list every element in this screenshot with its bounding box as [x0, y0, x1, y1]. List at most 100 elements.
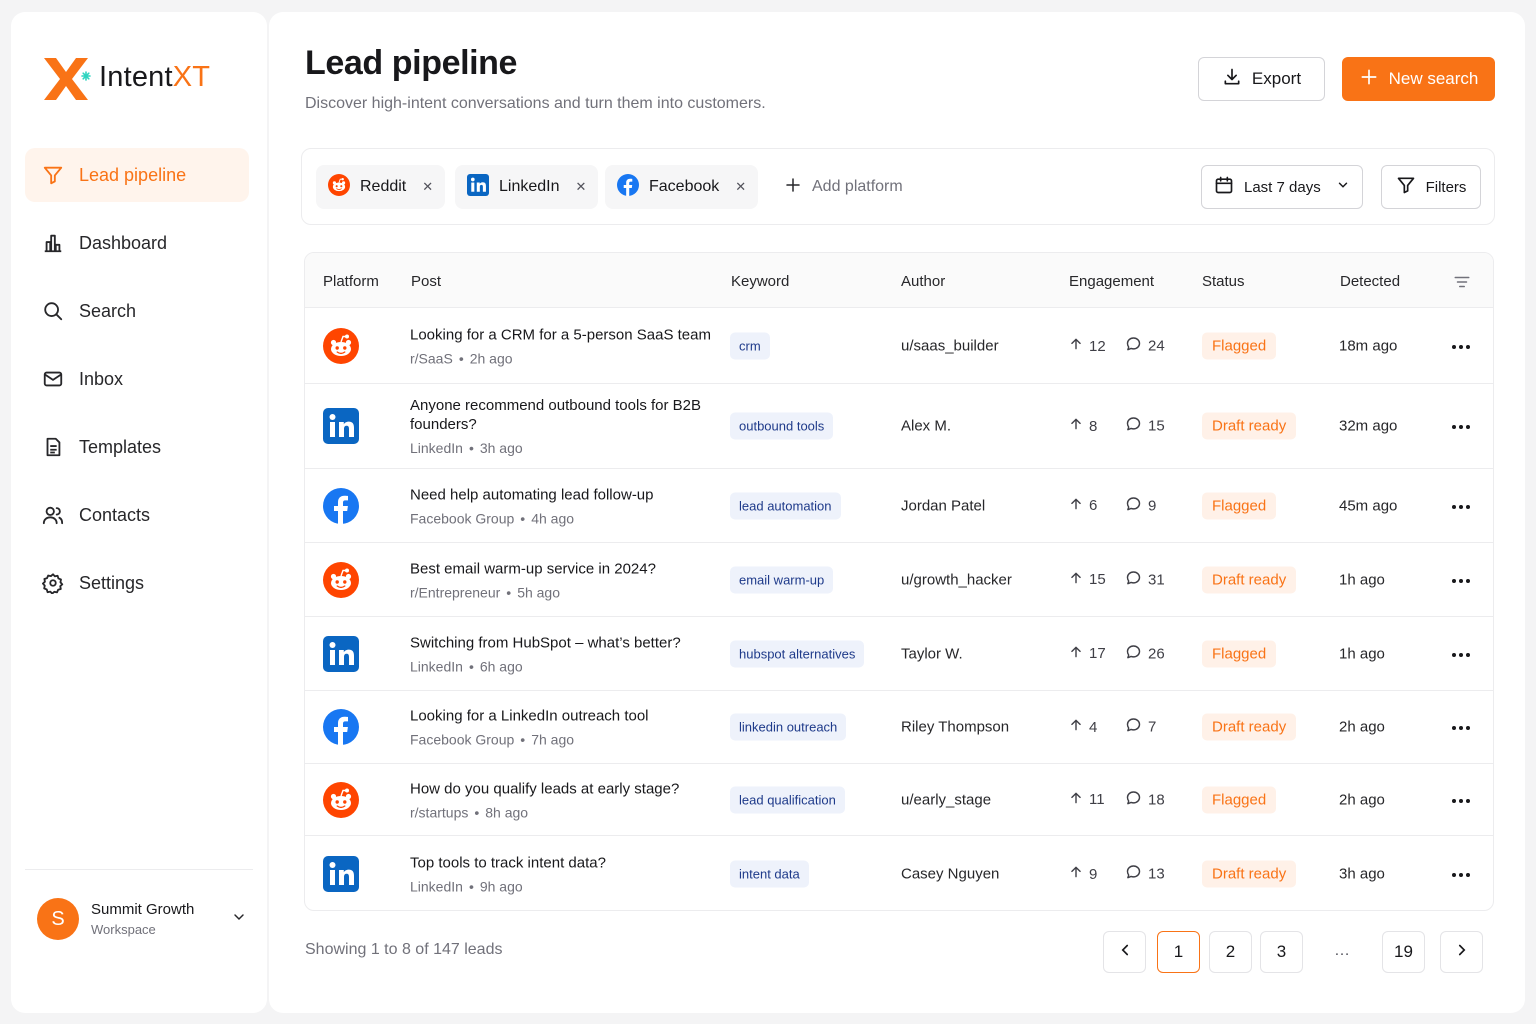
page-button-1[interactable]: 1: [1157, 931, 1200, 973]
post-cell[interactable]: Need help automating lead follow-up Faceb…: [410, 485, 720, 526]
plus-icon: [784, 176, 802, 199]
keyword-tag[interactable]: lead automation: [730, 492, 841, 519]
author-name[interactable]: Casey Nguyen: [901, 866, 999, 883]
page-button-2[interactable]: 2: [1209, 931, 1252, 973]
add-platform-button[interactable]: Add platform: [784, 165, 903, 209]
facebook-icon: [323, 709, 359, 745]
more-options-icon[interactable]: [1451, 865, 1471, 883]
post-cell[interactable]: How do you qualify leads at early stage?…: [410, 779, 720, 820]
post-cell[interactable]: Switching from HubSpot – what’s better? L…: [410, 633, 720, 674]
column-settings-icon[interactable]: [1453, 273, 1471, 295]
more-options-icon[interactable]: [1451, 337, 1471, 355]
post-title[interactable]: Switching from HubSpot – what’s better?: [410, 633, 720, 652]
platform-chip-linkedin[interactable]: LinkedIn ✕: [455, 165, 599, 209]
table-row[interactable]: Switching from HubSpot – what’s better? L…: [305, 617, 1493, 691]
sidebar-item-settings[interactable]: Settings: [25, 556, 249, 610]
detected-time: 32m ago: [1339, 417, 1398, 435]
column-header-keyword[interactable]: Keyword: [731, 273, 789, 290]
post-meta: Facebook Group • 4h ago: [410, 510, 720, 526]
page-button-3[interactable]: 3: [1260, 931, 1303, 973]
post-cell[interactable]: Looking for a LinkedIn outreach tool Face…: [410, 707, 720, 748]
comment-value: 24: [1148, 337, 1165, 355]
more-options-icon[interactable]: [1451, 645, 1471, 663]
status-badge[interactable]: Flagged: [1202, 492, 1277, 519]
platform-chip-reddit[interactable]: Reddit ✕: [316, 165, 446, 209]
post-title[interactable]: Top tools to track intent data?: [410, 854, 720, 873]
app-logo[interactable]: IntentXT: [41, 52, 210, 102]
post-cell[interactable]: Anyone recommend outbound tools for B2B …: [410, 396, 720, 456]
page-button-last[interactable]: 19: [1382, 931, 1425, 973]
author-name[interactable]: Riley Thompson: [901, 719, 1009, 736]
column-header-detected[interactable]: Detected: [1340, 273, 1400, 290]
table-row[interactable]: Best email warm-up service in 2024? r/Ent…: [305, 543, 1493, 617]
author-name[interactable]: u/early_stage: [901, 791, 991, 808]
sidebar-item-search[interactable]: Search: [25, 284, 249, 338]
keyword-tag[interactable]: intent data: [730, 860, 809, 888]
status-badge[interactable]: Draft ready: [1202, 860, 1297, 888]
table-row[interactable]: Anyone recommend outbound tools for B2B …: [305, 384, 1493, 469]
sidebar-item-dashboard[interactable]: Dashboard: [25, 216, 249, 270]
keyword-tag[interactable]: hubspot alternatives: [730, 640, 865, 667]
keyword-tag[interactable]: outbound tools: [730, 412, 834, 440]
status-badge[interactable]: Draft ready: [1202, 566, 1297, 593]
next-page-button[interactable]: [1440, 931, 1483, 973]
column-header-post[interactable]: Post: [411, 273, 441, 290]
sidebar-item-templates[interactable]: Templates: [25, 420, 249, 474]
post-title[interactable]: Need help automating lead follow-up: [410, 485, 720, 504]
table-row[interactable]: Top tools to track intent data? LinkedIn •…: [305, 836, 1493, 910]
prev-page-button[interactable]: [1103, 931, 1146, 973]
author-name[interactable]: Alex M.: [901, 418, 951, 435]
status-badge[interactable]: Draft ready: [1202, 713, 1297, 741]
column-header-author[interactable]: Author: [901, 273, 945, 290]
author-name[interactable]: u/growth_hacker: [901, 571, 1012, 588]
author-name[interactable]: u/saas_builder: [901, 338, 999, 355]
close-icon[interactable]: ✕: [576, 179, 587, 195]
sidebar-item-inbox[interactable]: Inbox: [25, 352, 249, 406]
filters-button[interactable]: Filters: [1381, 165, 1481, 209]
post-cell[interactable]: Looking for a CRM for a 5-person SaaS te…: [410, 326, 720, 367]
status-badge[interactable]: Flagged: [1202, 786, 1277, 813]
column-header-status[interactable]: Status: [1202, 273, 1245, 290]
status-badge[interactable]: Flagged: [1202, 332, 1277, 360]
post-cell[interactable]: Best email warm-up service in 2024? r/Ent…: [410, 559, 720, 600]
post-title[interactable]: Anyone recommend outbound tools for B2B …: [410, 396, 720, 434]
more-options-icon[interactable]: [1451, 497, 1471, 515]
more-options-icon[interactable]: [1451, 718, 1471, 736]
table-row[interactable]: Looking for a LinkedIn outreach tool Face…: [305, 691, 1493, 764]
post-title[interactable]: Looking for a LinkedIn outreach tool: [410, 707, 720, 726]
export-button[interactable]: Export: [1198, 57, 1325, 101]
post-title[interactable]: Best email warm-up service in 2024?: [410, 559, 720, 578]
keyword-tag[interactable]: crm: [730, 332, 770, 360]
author-name[interactable]: Taylor W.: [901, 645, 963, 662]
new-search-button[interactable]: New search: [1342, 57, 1495, 101]
author-name[interactable]: Jordan Patel: [901, 497, 985, 514]
workspace-switcher[interactable]: S Summit Growth Workspace: [37, 897, 247, 941]
table-row[interactable]: How do you qualify leads at early stage?…: [305, 764, 1493, 836]
status-badge[interactable]: Flagged: [1202, 640, 1277, 667]
column-header-engagement[interactable]: Engagement: [1069, 273, 1154, 290]
keyword-tag[interactable]: email warm-up: [730, 566, 834, 593]
sidebar-nav: Lead pipeline Dashboard Search Inbox Tem…: [25, 148, 249, 624]
table-row[interactable]: Need help automating lead follow-up Faceb…: [305, 469, 1493, 543]
post-title[interactable]: Looking for a CRM for a 5-person SaaS te…: [410, 326, 720, 345]
platform-chip-facebook[interactable]: Facebook ✕: [605, 165, 759, 209]
sidebar-item-lead-pipeline[interactable]: Lead pipeline: [25, 148, 249, 202]
keyword-tag[interactable]: linkedin outreach: [730, 713, 847, 741]
detected-time: 1h ago: [1339, 645, 1385, 662]
table-row[interactable]: Looking for a CRM for a 5-person SaaS te…: [305, 309, 1493, 384]
close-icon[interactable]: ✕: [422, 179, 433, 195]
more-options-icon[interactable]: [1451, 571, 1471, 589]
sidebar-item-label: Search: [79, 300, 137, 321]
column-header-platform[interactable]: Platform: [323, 273, 379, 290]
status-badge[interactable]: Draft ready: [1202, 412, 1297, 440]
upvote-count: 17: [1069, 645, 1106, 663]
date-range-select[interactable]: Last 7 days: [1201, 165, 1363, 209]
keyword-tag[interactable]: lead qualification: [730, 786, 845, 813]
post-title[interactable]: How do you qualify leads at early stage?: [410, 779, 720, 798]
detected-time: 18m ago: [1339, 337, 1398, 355]
post-cell[interactable]: Top tools to track intent data? LinkedIn •…: [410, 854, 720, 895]
more-options-icon[interactable]: [1451, 791, 1471, 809]
more-options-icon[interactable]: [1451, 417, 1471, 435]
close-icon[interactable]: ✕: [735, 179, 746, 195]
sidebar-item-contacts[interactable]: Contacts: [25, 488, 249, 542]
